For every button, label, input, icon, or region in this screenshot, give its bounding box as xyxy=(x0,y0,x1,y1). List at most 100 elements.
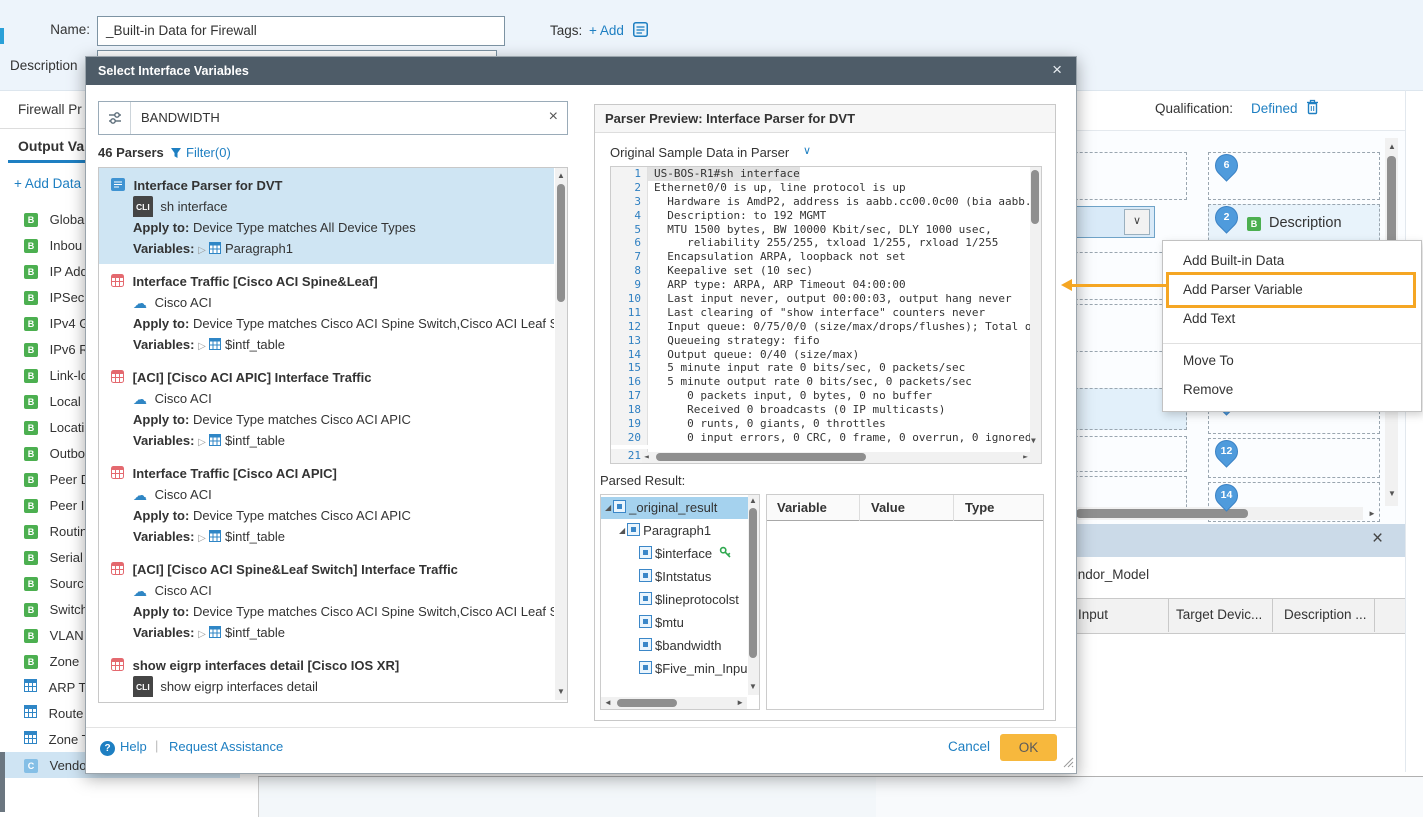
expander-icon[interactable]: ▷ xyxy=(198,629,206,640)
variable-table-icon xyxy=(209,623,221,643)
tags-add-link[interactable]: + Add xyxy=(589,23,624,38)
menu-item-move-to[interactable]: Move To xyxy=(1183,353,1234,368)
builtin-variable-icon: B xyxy=(24,629,38,643)
parser-list-item[interactable]: [ACI] [Cisco ACI APIC] Interface Traffic… xyxy=(99,360,554,456)
builtin-variable-icon: B xyxy=(24,213,38,227)
builtin-variable-icon: B xyxy=(24,317,38,331)
parser-title: Interface Traffic [Cisco ACI APIC] xyxy=(133,466,337,481)
dialog-titlebar[interactable]: Select Interface Variables × xyxy=(86,57,1076,85)
expander-icon[interactable]: ▷ xyxy=(198,245,206,256)
expanded-icon[interactable]: ◢ xyxy=(619,526,625,535)
help-icon[interactable]: ? xyxy=(100,737,115,756)
apply-to-value: Device Type matches Cisco ACI APIC xyxy=(193,508,411,523)
parser-list-item[interactable]: [ACI] [Cisco ACI Spine&Leaf Switch] Inte… xyxy=(99,552,554,648)
sidebar-item-label: IPv4 G xyxy=(50,316,90,331)
parsed-result-label: Parsed Result: xyxy=(600,473,685,488)
tags-list-icon[interactable] xyxy=(633,22,648,40)
col-divider xyxy=(1168,598,1169,632)
expander-icon[interactable]: ▷ xyxy=(198,533,206,544)
tree-node-paragraph1[interactable]: ◢Paragraph1 xyxy=(619,520,711,542)
code-vscrollbar[interactable]: ▼ xyxy=(1030,167,1041,463)
column-input[interactable]: Input xyxy=(1078,607,1108,622)
tree-node-lineprotocol[interactable]: $lineprotocolst xyxy=(637,589,739,611)
filter-link[interactable]: Filter(0) xyxy=(186,145,231,160)
close-icon[interactable]: × xyxy=(1372,528,1383,550)
node-icon xyxy=(639,546,652,559)
tree-node-mtu[interactable]: $mtu xyxy=(637,612,684,634)
dropdown-chevron-button[interactable]: ∨ xyxy=(1124,209,1150,235)
parser-qualifier: show eigrp interfaces detail xyxy=(160,679,318,694)
sidebar-item-label: Globa xyxy=(50,212,85,227)
sidebar-item-label: VLAN xyxy=(50,628,84,643)
trash-icon[interactable] xyxy=(1306,99,1319,118)
builtin-variable-icon: B xyxy=(24,603,38,617)
tree-node-bandwidth[interactable]: $bandwidth xyxy=(637,635,722,657)
name-label: Name: xyxy=(10,22,90,37)
sidebar-item-label: Routin xyxy=(50,524,88,539)
chevron-down-icon[interactable]: ∨ xyxy=(803,144,811,157)
scroll-right-arrow[interactable]: ► xyxy=(1368,510,1376,518)
request-assistance-link[interactable]: Request Assistance xyxy=(169,739,283,754)
add-data-link[interactable]: + Add Data xyxy=(14,176,81,191)
clear-search-icon[interactable]: × xyxy=(549,108,558,126)
tree-node-original-result[interactable]: ◢_original_result xyxy=(601,497,751,519)
expander-icon[interactable]: ▷ xyxy=(198,437,206,448)
context-menu: Add Built-in Data Add Parser Variable Ad… xyxy=(1162,240,1422,412)
parser-title: Interface Traffic [Cisco ACI Spine&Leaf] xyxy=(133,274,378,289)
sample-data-code[interactable]: 1US-BOS-R1#sh interface 2Ethernet0/0 is … xyxy=(610,166,1042,464)
apply-to-label: Apply to: xyxy=(133,316,189,331)
apply-to-label: Apply to: xyxy=(133,604,189,619)
column-description[interactable]: Description ... xyxy=(1284,607,1367,622)
sidebar-item-label: Locati xyxy=(50,420,85,435)
column-value[interactable]: Value xyxy=(861,495,955,521)
expanded-icon[interactable]: ◢ xyxy=(605,503,611,512)
builtin-variable-icon: B xyxy=(24,525,38,539)
name-input[interactable]: _Built-in Data for Firewall xyxy=(97,16,505,46)
column-target-device[interactable]: Target Devic... xyxy=(1176,607,1262,622)
parser-list-scrollbar[interactable]: ▲ ▼ xyxy=(555,168,567,700)
resize-handle[interactable] xyxy=(1063,756,1074,771)
tree-vscrollbar[interactable]: ▲ ▼ xyxy=(748,495,759,695)
cancel-button[interactable]: Cancel xyxy=(948,739,990,754)
tree-node-five-min-input[interactable]: $Five_min_Inpu xyxy=(637,658,748,680)
menu-item-add-builtin-data[interactable]: Add Built-in Data xyxy=(1183,253,1284,268)
column-type[interactable]: Type xyxy=(955,495,994,521)
ok-button[interactable]: OK xyxy=(1000,734,1057,761)
cli-badge-icon: CLI xyxy=(133,676,153,697)
output-variables-tab[interactable]: Output Var xyxy=(18,138,90,154)
tree-hscrollbar[interactable]: ◄ ► xyxy=(601,697,747,709)
parser-list-item[interactable]: Interface Traffic [Cisco ACI Spine&Leaf]… xyxy=(99,264,554,360)
funnel-icon[interactable] xyxy=(170,147,182,162)
dialog-close-icon[interactable]: × xyxy=(1052,60,1062,80)
parser-list-item[interactable]: Interface Traffic [Cisco ACI APIC] ☁ Cis… xyxy=(99,456,554,552)
canvas-hscrollbar[interactable] xyxy=(1075,507,1363,520)
help-link[interactable]: Help xyxy=(120,739,147,754)
parser-title: [ACI] [Cisco ACI Spine&Leaf Switch] Inte… xyxy=(133,562,458,577)
node-icon xyxy=(639,661,652,674)
sidebar-item-label: Link-lo xyxy=(50,368,88,383)
builtin-variable-icon: B xyxy=(1247,215,1261,231)
parser-list-item[interactable]: Interface Parser for DVT CLI sh interfac… xyxy=(99,168,554,264)
sidebar-item-label: IPSec xyxy=(50,290,85,305)
parser-search-input[interactable]: BANDWIDTH × xyxy=(98,101,568,135)
tree-node-intstatus[interactable]: $Intstatus xyxy=(637,566,711,588)
apply-to-value: Device Type matches All Device Types xyxy=(193,220,416,235)
code-hscrollbar[interactable]: ◄ ► xyxy=(642,452,1030,463)
menu-item-add-text[interactable]: Add Text xyxy=(1183,311,1235,326)
parser-list-item[interactable]: show eigrp interfaces detail [Cisco IOS … xyxy=(99,648,554,703)
parsed-result-tree: ◢_original_result ◢Paragraph1 $interface… xyxy=(600,494,760,710)
tags-label: Tags: xyxy=(550,23,582,38)
select-interface-variables-dialog: Select Interface Variables × BANDWIDTH ×… xyxy=(85,56,1077,774)
builtin-variable-icon: B xyxy=(24,343,38,357)
qualification-defined-link[interactable]: Defined xyxy=(1251,101,1298,116)
table-variable-icon xyxy=(24,701,37,727)
table-variable-icon xyxy=(24,727,37,753)
tree-node-interface[interactable]: $interface xyxy=(637,543,732,565)
column-variable[interactable]: Variable xyxy=(767,495,861,521)
name-value: _Built-in Data for Firewall xyxy=(106,23,257,38)
cisco-aci-cloud-icon: ☁ xyxy=(133,487,147,503)
menu-item-remove[interactable]: Remove xyxy=(1183,382,1233,397)
expander-icon[interactable]: ▷ xyxy=(198,341,206,352)
paragraph-parser-icon xyxy=(111,176,125,196)
node-icon xyxy=(639,615,652,628)
